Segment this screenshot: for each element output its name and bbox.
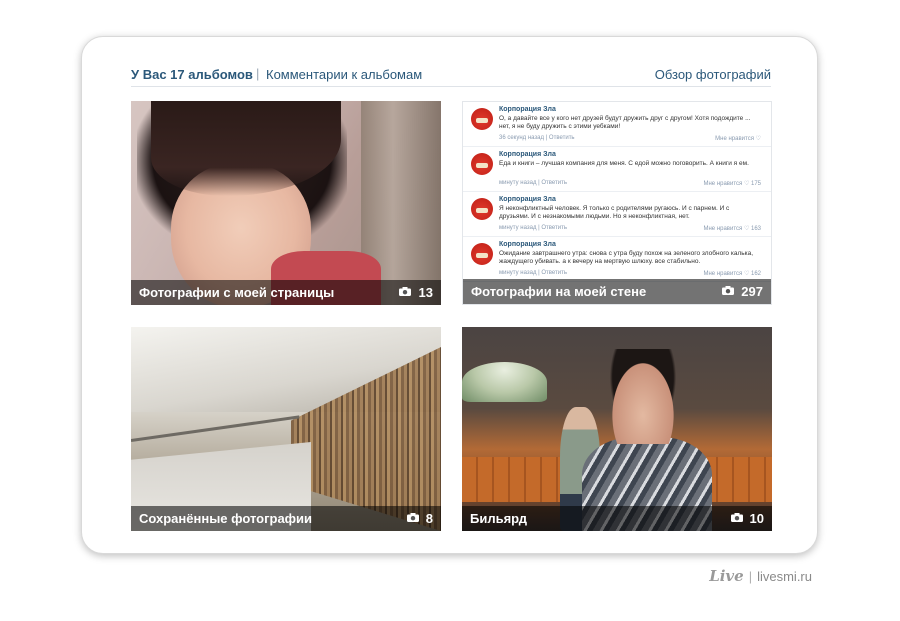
post-like: Мне нравится ♡ 163 <box>703 226 762 232</box>
post-like: Мне нравится ♡ 162 <box>703 271 762 277</box>
post-text: О, а давайте все у кого нет друзей будут… <box>499 115 751 130</box>
camera-icon <box>731 513 743 522</box>
live-logo: Live <box>709 567 744 585</box>
post-text: Еда и книги – лучшая компания для меня. … <box>499 160 749 167</box>
watermark: Live | livesmi.ru <box>709 567 812 585</box>
album-photo-count: 10 <box>749 511 764 526</box>
angry-bird-avatar <box>471 153 493 175</box>
post-text: Я неконфликтный человек. Я только с роди… <box>499 205 730 220</box>
photo-lamp <box>462 362 547 402</box>
camera-icon <box>722 286 734 295</box>
album-billiard[interactable]: Бильярд 10 <box>462 327 772 531</box>
album-profile-photos[interactable]: Фотографии с моей страницы 13 <box>131 101 441 305</box>
post-like: Мне нравится ♡ <box>715 136 761 142</box>
wall-post: Корпорация Зла Еда и книги – лучшая комп… <box>463 147 771 192</box>
photo-railing <box>131 415 300 442</box>
camera-icon <box>399 287 411 296</box>
albums-count-title[interactable]: У Вас 17 альбомов <box>131 67 253 82</box>
album-saved-photos[interactable]: Сохранённые фотографии 8 <box>131 327 441 531</box>
wall-post: Корпорация Зла Ожидание завтрашнего утра… <box>463 237 771 282</box>
post-like: Мне нравится ♡ 175 <box>703 181 762 187</box>
albums-header: У Вас 17 альбомов | Комментарии к альбом… <box>131 64 771 87</box>
angry-bird-avatar <box>471 243 493 265</box>
post-meta: минуту назад | Ответить <box>499 270 567 276</box>
photo-person-head <box>604 349 682 444</box>
album-title: Бильярд <box>470 511 528 526</box>
photo-overview-link[interactable]: Обзор фотографий <box>655 67 771 82</box>
album-comments-link[interactable]: Комментарии к альбомам <box>266 67 422 82</box>
angry-bird-avatar <box>471 108 493 130</box>
post-meta: минуту назад | Ответить <box>499 180 567 186</box>
post-text: Ожидание завтрашнего утра: снова с утра … <box>499 250 754 265</box>
wall-post: Корпорация Зла О, а давайте все у кого н… <box>463 102 771 147</box>
post-meta: минуту назад | Ответить <box>499 225 567 231</box>
album-title: Фотографии на моей стене <box>471 284 647 299</box>
post-author: Корпорация Зла <box>499 196 556 203</box>
album-caption: Бильярд 10 <box>462 506 772 531</box>
post-author: Корпорация Зла <box>499 106 556 113</box>
album-caption: Сохранённые фотографии 8 <box>131 506 441 531</box>
camera-icon <box>407 513 419 522</box>
album-title: Фотографии с моей страницы <box>139 285 335 300</box>
wall-post: Корпорация Зла Я неконфликтный человек. … <box>463 192 771 237</box>
album-photo-count: 8 <box>425 511 433 526</box>
album-caption: Фотографии с моей страницы 13 <box>131 280 441 305</box>
angry-bird-avatar <box>471 198 493 220</box>
post-meta: 36 секунд назад | Ответить <box>499 135 575 141</box>
header-separator: | <box>256 66 260 81</box>
post-author: Корпорация Зла <box>499 241 556 248</box>
post-author: Корпорация Зла <box>499 151 556 158</box>
album-photo-count: 13 <box>418 285 433 300</box>
site-name: livesmi.ru <box>757 569 812 584</box>
footer-separator: | <box>748 569 753 584</box>
album-caption: Фотографии на моей стене 297 <box>463 279 771 304</box>
album-photo-count: 297 <box>741 284 763 299</box>
album-wall-photos[interactable]: Корпорация Зла О, а давайте все у кого н… <box>462 101 772 305</box>
album-title: Сохранённые фотографии <box>139 511 313 526</box>
